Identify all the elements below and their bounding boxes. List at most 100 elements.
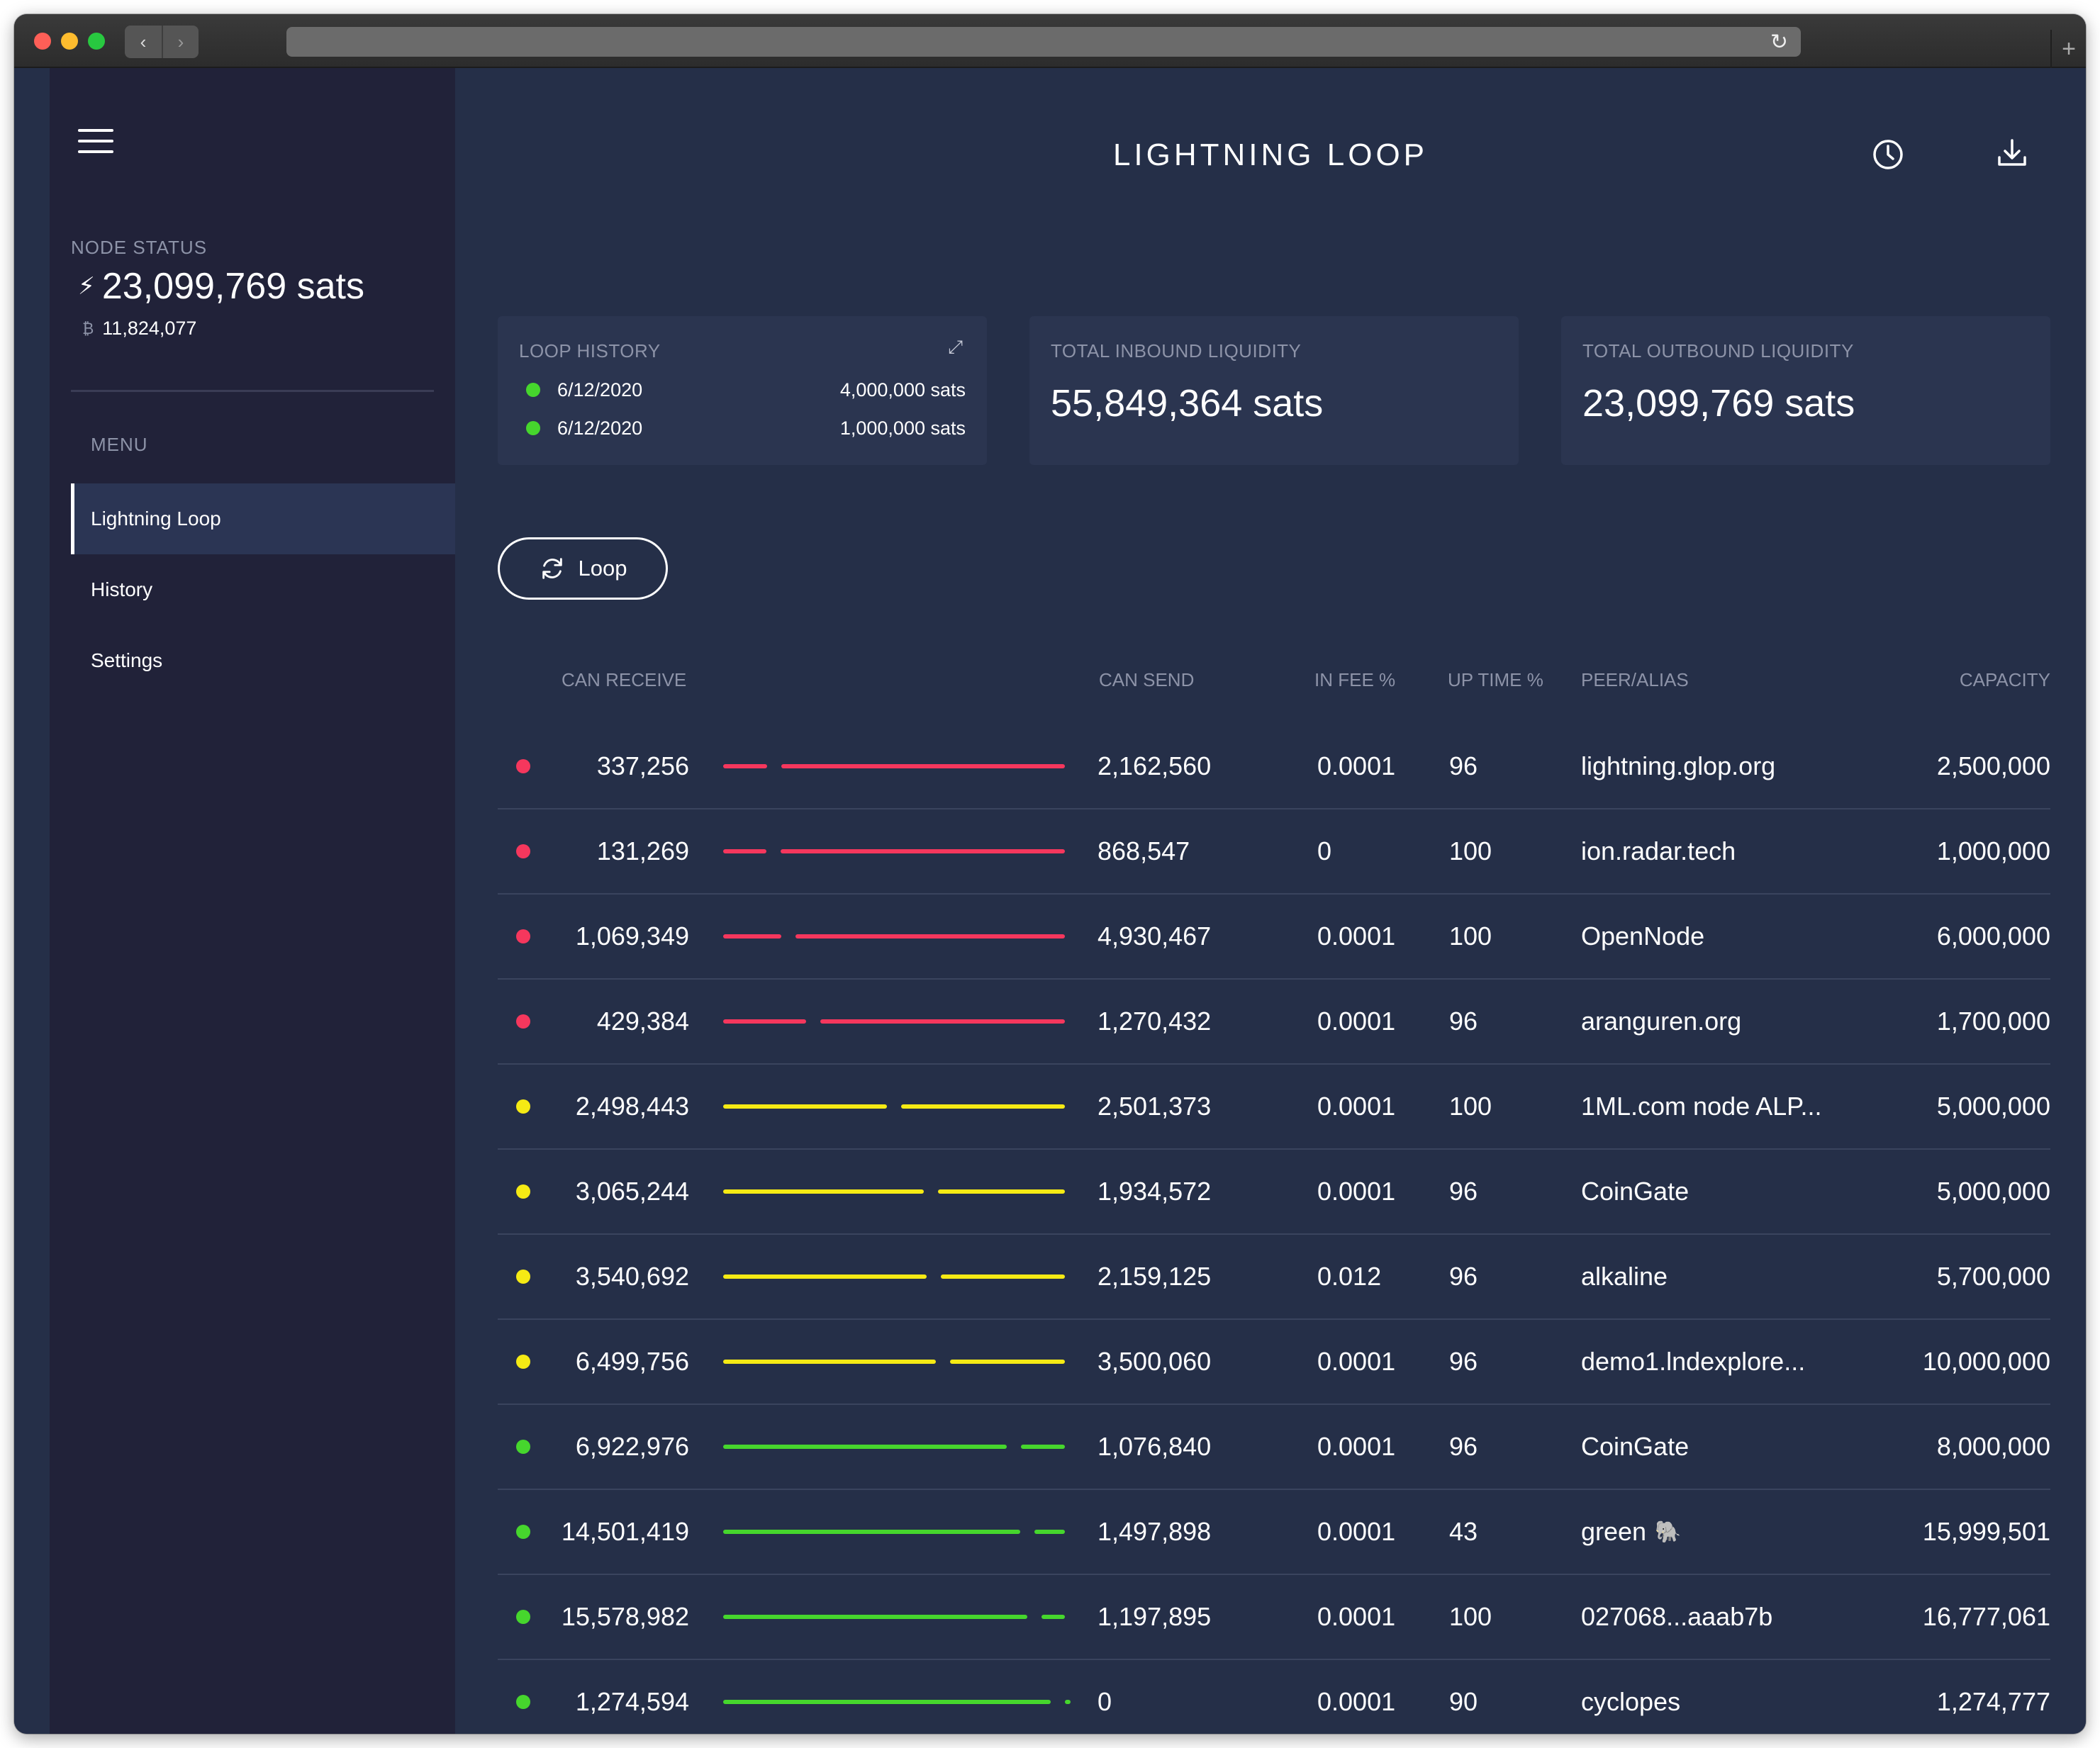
send-liquidity-bar — [781, 849, 1065, 853]
channel-status-dot — [516, 759, 530, 773]
up-time-value: 96 — [1449, 751, 1478, 780]
node-status-label: NODE STATUS — [71, 237, 208, 258]
can-send-value: 868,547 — [1098, 836, 1190, 865]
header-can-receive[interactable]: CAN RECEIVE — [562, 669, 686, 691]
forward-button[interactable]: › — [162, 26, 199, 58]
receive-liquidity-bar — [723, 1189, 924, 1194]
capacity-value: 5,700,000 — [1936, 1262, 2050, 1291]
send-liquidity-bar — [1021, 1445, 1065, 1449]
channels-table-header: CAN RECEIVE CAN SEND IN FEE % UP TIME % … — [498, 669, 2050, 697]
left-strip — [14, 68, 50, 1734]
page-title: LIGHTNING LOOP — [1112, 138, 1429, 172]
table-row[interactable]: 3,540,692 2,159,125 0.012 96 alkaline 5,700,0… — [498, 1235, 2050, 1320]
in-fee-value: 0.0001 — [1317, 1007, 1396, 1036]
table-row[interactable]: 337,256 2,162,560 0.0001 96 lightning.glop.o… — [498, 724, 2050, 809]
peer-alias: green — [1581, 1517, 1647, 1546]
inbound-liquidity-value: 55,849,364 sats — [1051, 382, 1324, 425]
peer-alias-cell: green 🐘 — [1581, 1490, 1681, 1574]
header-can-send[interactable]: CAN SEND — [1099, 669, 1194, 691]
peer-alias: demo1.lndexplore... — [1581, 1347, 1806, 1376]
hamburger-menu-icon[interactable] — [78, 129, 113, 155]
channel-status-dot — [516, 1099, 530, 1114]
table-row[interactable]: 1,069,349 4,930,467 0.0001 100 OpenNode 6,000… — [498, 895, 2050, 980]
maximize-window-button[interactable] — [88, 33, 105, 50]
back-button[interactable]: ‹ — [125, 26, 162, 58]
sidebar-item-settings[interactable]: Settings — [71, 625, 455, 696]
header-peer-alias[interactable]: PEER/ALIAS — [1581, 669, 1689, 691]
sidebar-item-history[interactable]: History — [71, 554, 455, 625]
can-send-value: 3,500,060 — [1098, 1347, 1212, 1376]
download-icon[interactable] — [1995, 136, 2029, 170]
can-send-value: 2,159,125 — [1098, 1262, 1212, 1291]
table-row[interactable]: 14,501,419 1,497,898 0.0001 43 15,999,501 gre… — [498, 1490, 2050, 1575]
minimize-window-button[interactable] — [61, 33, 78, 50]
capacity-value: 1,700,000 — [1936, 1007, 2050, 1036]
can-receive-value: 15,578,982 — [561, 1602, 689, 1631]
reload-icon[interactable]: ↻ — [1770, 30, 1788, 55]
can-send-value: 4,930,467 — [1098, 921, 1212, 951]
loop-history-entry: 6/12/2020 1,000,000 sats — [526, 414, 966, 442]
table-row[interactable]: 1,274,594 0 0.0001 90 cyclopes 1,274,777 — [498, 1660, 2050, 1734]
expand-icon[interactable]: ⤢ — [948, 336, 963, 359]
can-receive-value: 429,384 — [596, 1007, 689, 1036]
table-row[interactable]: 6,922,976 1,076,840 0.0001 96 CoinGate 8,000,… — [498, 1405, 2050, 1490]
up-time-value: 100 — [1449, 1092, 1492, 1121]
table-row[interactable]: 2,498,443 2,501,373 0.0001 100 1ML.com node … — [498, 1065, 2050, 1150]
outbound-liquidity-tile: TOTAL OUTBOUND LIQUIDITY 23,099,769 sats — [1561, 316, 2050, 465]
receive-liquidity-bar — [723, 1530, 1020, 1534]
up-time-value: 96 — [1449, 1177, 1478, 1206]
channel-status-dot — [516, 929, 530, 943]
receive-liquidity-bar — [723, 934, 781, 939]
capacity-value: 8,000,000 — [1936, 1432, 2050, 1461]
send-liquidity-bar — [941, 1274, 1065, 1279]
peer-alias: alkaline — [1581, 1262, 1668, 1291]
send-liquidity-bar — [901, 1104, 1065, 1109]
loop-history-entry: 6/12/2020 4,000,000 sats — [526, 376, 966, 404]
receive-liquidity-bar — [723, 1360, 936, 1364]
table-row[interactable]: 6,499,756 3,500,060 0.0001 96 demo1.lndexplo… — [498, 1320, 2050, 1405]
close-window-button[interactable] — [34, 33, 51, 50]
new-tab-button[interactable]: + — [2050, 30, 2086, 68]
loop-history-date: 6/12/2020 — [557, 379, 643, 400]
in-fee-value: 0.0001 — [1317, 1347, 1396, 1376]
outbound-liquidity-label: TOTAL OUTBOUND LIQUIDITY — [1582, 340, 1854, 362]
header-up-time[interactable]: UP TIME % — [1448, 669, 1543, 691]
browser-nav-buttons: ‹ › — [125, 26, 199, 58]
capacity-value: 5,000,000 — [1936, 1092, 2050, 1121]
clock-icon[interactable] — [1871, 138, 1905, 172]
browser-titlebar: ‹ › ↻ + — [14, 14, 2086, 68]
can-send-value: 2,162,560 — [1098, 751, 1212, 780]
refresh-icon — [542, 558, 562, 579]
table-row[interactable]: 131,269 868,547 0 100 ion.radar.tech 1,000,00… — [498, 809, 2050, 895]
receive-liquidity-bar — [723, 1019, 806, 1024]
outbound-liquidity-value: 23,099,769 sats — [1582, 382, 1855, 425]
up-time-value: 96 — [1449, 1262, 1478, 1291]
send-liquidity-bar — [820, 1019, 1065, 1024]
up-time-value: 100 — [1449, 921, 1492, 951]
table-row[interactable]: 3,065,244 1,934,572 0.0001 96 CoinGate 5,000,… — [498, 1150, 2050, 1235]
loop-button[interactable]: Loop — [498, 537, 668, 600]
node-balance-value: 23,099,769 sats — [101, 266, 364, 307]
can-receive-value: 3,065,244 — [575, 1177, 689, 1206]
in-fee-value: 0.0001 — [1317, 1517, 1396, 1546]
header-capacity[interactable]: CAPACITY — [1960, 669, 2050, 691]
loop-history-amount: 4,000,000 sats — [839, 379, 966, 400]
capacity-value: 2,500,000 — [1936, 751, 2050, 780]
up-time-value: 96 — [1449, 1347, 1478, 1376]
address-bar[interactable]: ↻ — [286, 27, 1801, 57]
receive-liquidity-bar — [723, 1104, 887, 1109]
table-row[interactable]: 15,578,982 1,197,895 0.0001 100 027068...aaa… — [498, 1575, 2050, 1660]
table-row[interactable]: 429,384 1,270,432 0.0001 96 aranguren.org 1,7… — [498, 980, 2050, 1065]
inbound-liquidity-tile: TOTAL INBOUND LIQUIDITY 55,849,364 sats — [1029, 316, 1519, 465]
sidebar-item-lightning-loop[interactable]: Lightning Loop — [71, 483, 455, 554]
header-in-fee[interactable]: IN FEE % — [1314, 669, 1395, 691]
in-fee-value: 0.012 — [1317, 1262, 1382, 1291]
channel-status-dot — [516, 1014, 530, 1029]
send-liquidity-bar — [1065, 1700, 1071, 1704]
channel-status-dot — [516, 1610, 530, 1624]
peer-alias: OpenNode — [1581, 921, 1705, 951]
capacity-value: 10,000,000 — [1922, 1347, 2050, 1376]
loop-history-tile: LOOP HISTORY ⤢ 6/12/2020 4,000,000 sats … — [498, 316, 987, 465]
peer-alias: cyclopes — [1581, 1687, 1681, 1716]
can-send-value: 2,501,373 — [1098, 1092, 1212, 1121]
